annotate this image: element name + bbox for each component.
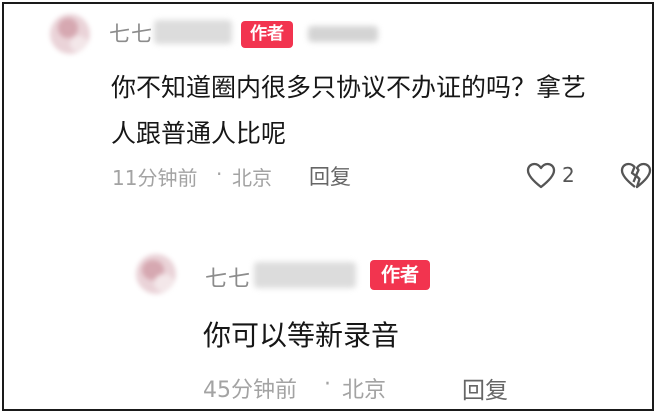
avatar[interactable]: [50, 14, 90, 54]
reply-username-redaction: [254, 262, 356, 288]
ip-info-redaction: [308, 26, 378, 42]
broken-heart-icon[interactable]: [620, 162, 652, 189]
reply-separator: ·: [324, 372, 331, 397]
reply-time: 45分钟前: [203, 378, 297, 403]
comment-text-line-1: 你不知道圈内很多只协议不办证的吗？拿艺: [111, 73, 587, 102]
reply-author-badge: 作者: [370, 260, 430, 290]
screenshot-frame: 七七 作者 你不知道圈内很多只协议不办证的吗？拿艺 人跟普通人比呢 11分钟前 …: [2, 2, 654, 411]
reply-reply-button[interactable]: 回复: [462, 371, 508, 405]
comment-separator: ·: [216, 162, 223, 186]
like-count: 2: [562, 163, 575, 187]
username-redaction: [154, 20, 232, 44]
comment-text-line-2: 人跟普通人比呢: [111, 119, 287, 148]
comment-time: 11分钟前: [112, 166, 198, 190]
reply-avatar[interactable]: [136, 254, 176, 294]
heart-outline-icon[interactable]: [526, 162, 556, 189]
comment-reply-button[interactable]: 回复: [309, 161, 351, 191]
reply-text: 你可以等新录音: [203, 319, 400, 352]
comment-username[interactable]: 七七: [109, 18, 153, 48]
comment-location: 北京: [232, 166, 272, 190]
author-badge: 作者: [241, 21, 293, 48]
reply-location: 北京: [342, 378, 387, 403]
reply-username[interactable]: 七七: [205, 261, 251, 293]
